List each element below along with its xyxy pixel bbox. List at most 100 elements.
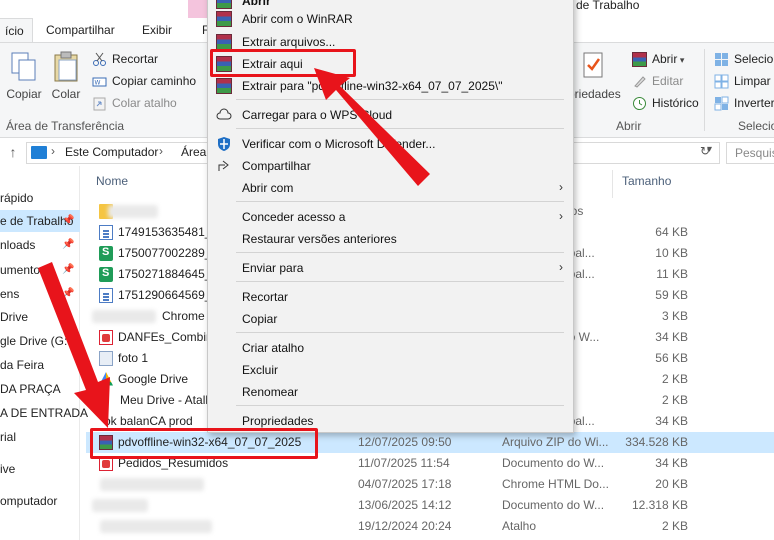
select-all-button[interactable]: Selecio	[714, 49, 773, 69]
menu-item-label: Recortar	[242, 290, 289, 304]
breadcrumb-desktop[interactable]: Área	[181, 145, 206, 159]
menu-item-wps-cloud[interactable]: Carregar para o WPS Cloud	[208, 104, 573, 126]
file-size: 2 KB	[661, 393, 688, 407]
up-arrow-icon[interactable]: ↑	[4, 143, 22, 161]
invert-selection-button[interactable]: Inverter	[714, 93, 774, 113]
menu-item-create-shortcut[interactable]: Criar atalho	[208, 337, 573, 359]
cloud-icon	[216, 108, 232, 120]
menu-item-label: Conceder acesso a	[242, 210, 346, 224]
breadcrumb-chevron-icon[interactable]: ›	[159, 144, 163, 158]
file-size: 34 KB	[655, 414, 688, 428]
paste-button[interactable]: Colar	[42, 51, 90, 101]
nav-item-label: umentos	[0, 263, 47, 277]
menu-item-share[interactable]: Compartilhar	[208, 155, 573, 177]
clear-selection-button[interactable]: Limpar s	[714, 71, 774, 91]
file-type: Chrome HTML Do...	[502, 477, 609, 491]
search-input[interactable]: Pesquis	[726, 142, 774, 164]
properties-button[interactable]: priedades	[568, 51, 621, 101]
nav-item-drive[interactable]: Drive	[0, 306, 80, 328]
document-icon	[99, 225, 113, 240]
file-row[interactable]: 19/12/2024 20:24 Atalho 2 KB	[86, 516, 774, 537]
nav-item-quick-access[interactable]: rápido	[0, 187, 80, 209]
google-drive-icon	[99, 372, 113, 386]
menu-item-rename[interactable]: Renomear	[208, 381, 573, 403]
copy-path-icon: W	[92, 77, 107, 87]
file-name: Google Drive	[118, 372, 189, 386]
file-size: 20 KB	[655, 477, 688, 491]
column-header-name[interactable]: Nome	[96, 174, 128, 188]
menu-item-label: Restaurar versões anteriores	[242, 232, 397, 246]
paste-shortcut-button[interactable]: Colar atalho	[92, 93, 177, 113]
file-size: 56 KB	[655, 351, 688, 365]
nav-item-entrada[interactable]: A DE ENTRADA	[0, 402, 88, 424]
nav-item-downloads[interactable]: nloads 📌	[0, 234, 80, 256]
menu-item-delete[interactable]: Excluir	[208, 359, 573, 381]
clear-selection-label: Limpar s	[734, 74, 774, 88]
select-all-icon	[715, 53, 728, 66]
menu-item-extract-to-folder[interactable]: Extrair para "pdvoffline-win32-x64_07_07…	[208, 75, 573, 97]
menu-item-send-to[interactable]: Enviar para ›	[208, 257, 573, 279]
paste-icon	[54, 51, 78, 82]
nav-item-praca[interactable]: DA PRAÇA	[0, 378, 80, 400]
menu-item-copy[interactable]: Copiar	[208, 308, 573, 330]
file-size: 64 KB	[655, 225, 688, 239]
tab-share[interactable]: Compartilhar	[38, 18, 123, 42]
menu-item-defender-scan[interactable]: Verificar com o Microsoft Defender...	[208, 133, 573, 155]
nav-item-images[interactable]: ens 📌	[0, 283, 80, 305]
nav-item-documents[interactable]: umentos 📌	[0, 259, 80, 281]
menu-item-cut[interactable]: Recortar	[208, 286, 573, 308]
blurred-name	[100, 520, 212, 533]
menu-item-label: Abrir com	[242, 181, 294, 195]
paste-shortcut-icon	[93, 97, 106, 111]
edit-icon	[634, 76, 646, 88]
tab-home[interactable]: ício	[0, 18, 33, 42]
ribbon-separator	[704, 49, 705, 131]
chevron-right-icon: ›	[559, 260, 563, 274]
file-row[interactable]: 04/07/2025 17:18 Chrome HTML Do... 20 KB	[86, 474, 774, 495]
menu-item-grant-access[interactable]: Conceder acesso a ›	[208, 206, 573, 228]
group-label-clipboard: Área de Transferência	[6, 119, 125, 133]
menu-item-open-winrar[interactable]: Abrir com o WinRAR	[208, 8, 573, 30]
tab-view[interactable]: Exibir	[134, 18, 180, 42]
spreadsheet-icon	[99, 267, 113, 282]
file-size: 10 KB	[655, 246, 688, 260]
menu-separator	[236, 405, 564, 406]
nav-item-desktop[interactable]: e de Trabalho 📌	[0, 210, 80, 232]
pin-icon: 📌	[62, 239, 75, 250]
menu-item-restore-versions[interactable]: Restaurar versões anteriores	[208, 228, 573, 250]
nav-item-this-pc[interactable]: omputador	[0, 490, 80, 512]
copy-path-label: Copiar caminho	[112, 74, 197, 88]
file-name: 1750271884645_9	[118, 267, 219, 281]
refresh-icon[interactable]: ↻	[700, 144, 710, 158]
history-button[interactable]: Histórico	[632, 93, 699, 113]
nav-item-google-drive[interactable]: gle Drive (G:	[0, 330, 80, 352]
menu-item-label: Enviar para	[242, 261, 304, 275]
file-row[interactable]: 13/06/2025 14:12 Documento do W... 12.31…	[86, 495, 774, 516]
highlight-box-zip-file	[90, 428, 318, 459]
file-date: 12/07/2025 09:50	[358, 435, 452, 449]
cut-button[interactable]: Recortar	[92, 49, 158, 69]
open-button[interactable]: Abrir ▾	[632, 49, 684, 69]
edit-button[interactable]: Editar	[632, 71, 683, 91]
computer-icon	[31, 146, 47, 159]
invert-selection-icon	[714, 96, 729, 111]
menu-item-open-with[interactable]: Abrir com ›	[208, 177, 573, 199]
column-divider[interactable]	[612, 170, 613, 198]
document-icon	[99, 288, 113, 303]
breadcrumb-chevron-icon[interactable]: ›	[51, 144, 55, 158]
file-size: 2 KB	[661, 519, 688, 533]
menu-separator	[236, 252, 564, 253]
copy-button[interactable]: Copiar	[0, 51, 48, 101]
column-header-size[interactable]: Tamanho	[622, 174, 671, 188]
copy-path-button[interactable]: W Copiar caminho	[92, 71, 196, 91]
pin-icon: 📌	[62, 264, 75, 275]
file-name: ok balanCA prod	[104, 414, 193, 428]
blurred-name	[100, 478, 204, 491]
file-size: 2 KB	[661, 372, 688, 386]
spreadsheet-icon	[99, 246, 113, 261]
nav-item-rial[interactable]: rial	[0, 426, 80, 448]
pdf-icon	[99, 330, 113, 345]
nav-item-feira[interactable]: da Feira	[0, 354, 80, 376]
nav-item-ive[interactable]: ive	[0, 458, 80, 480]
breadcrumb-this-pc[interactable]: Este Computador	[65, 145, 158, 159]
